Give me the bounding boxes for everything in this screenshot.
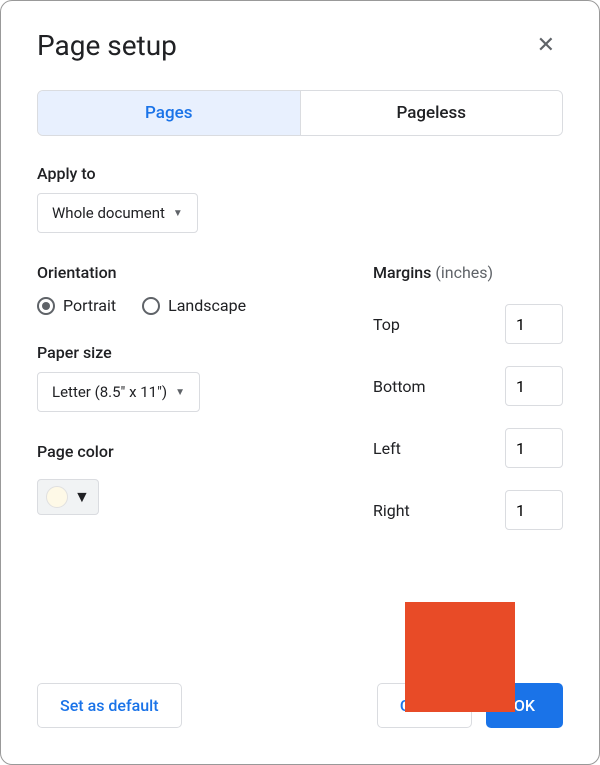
page-color-label: Page color	[37, 442, 333, 461]
dialog-footer: Set as default Cancel OK	[37, 683, 563, 728]
margins-units: (inches)	[435, 263, 493, 282]
close-icon: ✕	[537, 33, 555, 58]
columns: Orientation Portrait Landscape Paper siz…	[37, 263, 563, 552]
orientation-label: Orientation	[37, 263, 333, 282]
orientation-landscape[interactable]: Landscape	[142, 296, 246, 315]
orientation-portrait[interactable]: Portrait	[37, 296, 116, 315]
dialog-title: Page setup	[37, 29, 177, 62]
ok-button[interactable]: OK	[486, 683, 563, 728]
right-column: Margins (inches) Top Bottom Left Right	[373, 263, 563, 552]
margin-right-row: Right	[373, 490, 563, 530]
margin-top-label: Top	[373, 315, 400, 334]
paper-size-value: Letter (8.5" x 11")	[52, 383, 167, 401]
margin-top-input[interactable]	[505, 304, 563, 344]
tab-strip: Pages Pageless	[37, 90, 563, 136]
orientation-options: Portrait Landscape	[37, 296, 333, 315]
margin-left-label: Left	[373, 439, 401, 458]
margin-left-row: Left	[373, 428, 563, 468]
left-column: Orientation Portrait Landscape Paper siz…	[37, 263, 333, 552]
margins-heading: Margins (inches)	[373, 263, 563, 282]
apply-to-dropdown[interactable]: Whole document ▼	[37, 193, 198, 233]
caret-down-icon: ▼	[173, 208, 183, 219]
paper-size-dropdown[interactable]: Letter (8.5" x 11") ▼	[37, 372, 200, 412]
margins-label: Margins	[373, 263, 431, 282]
page-color-dropdown[interactable]: ▼	[37, 479, 99, 515]
tab-pages[interactable]: Pages	[38, 91, 300, 135]
orientation-section: Orientation Portrait Landscape	[37, 263, 333, 315]
tab-pageless[interactable]: Pageless	[300, 91, 563, 135]
margin-bottom-row: Bottom	[373, 366, 563, 406]
margin-left-input[interactable]	[505, 428, 563, 468]
apply-to-label: Apply to	[37, 164, 563, 183]
portrait-label: Portrait	[63, 296, 116, 315]
margin-top-row: Top	[373, 304, 563, 344]
margin-right-label: Right	[373, 501, 410, 520]
apply-to-value: Whole document	[52, 204, 165, 222]
color-swatch	[46, 486, 68, 508]
cancel-button[interactable]: Cancel	[377, 683, 472, 728]
apply-to-section: Apply to Whole document ▼	[37, 164, 563, 233]
dialog-header: Page setup ✕	[37, 29, 563, 62]
margin-bottom-label: Bottom	[373, 377, 426, 396]
caret-down-icon: ▼	[74, 487, 90, 507]
page-color-section: Page color ▼	[37, 442, 333, 515]
margin-right-input[interactable]	[505, 490, 563, 530]
margin-bottom-input[interactable]	[505, 366, 563, 406]
radio-unselected-icon	[142, 297, 160, 315]
right-actions: Cancel OK	[377, 683, 563, 728]
paper-size-label: Paper size	[37, 343, 333, 362]
set-default-button[interactable]: Set as default	[37, 683, 182, 728]
paper-size-section: Paper size Letter (8.5" x 11") ▼	[37, 343, 333, 412]
landscape-label: Landscape	[168, 296, 246, 315]
caret-down-icon: ▼	[175, 387, 185, 398]
close-button[interactable]: ✕	[529, 29, 563, 62]
radio-selected-icon	[37, 297, 55, 315]
